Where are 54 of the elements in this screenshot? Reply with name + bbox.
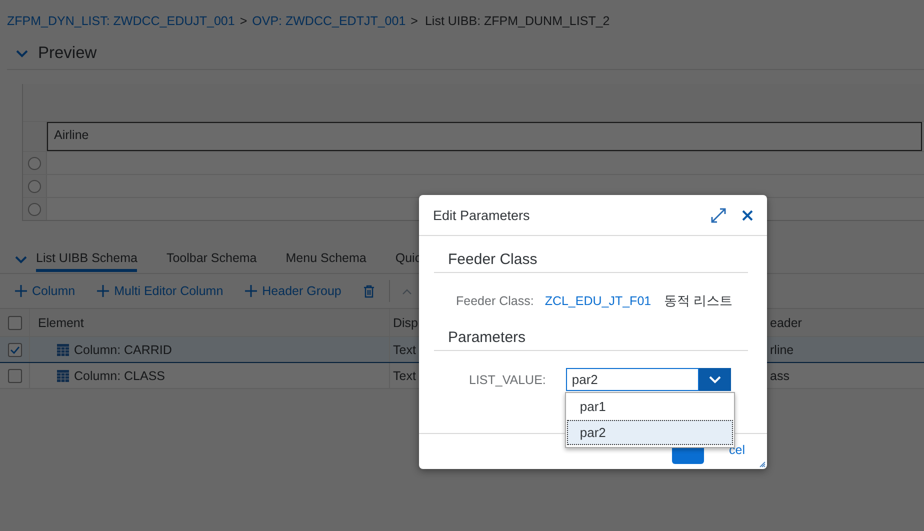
tab[interactable]: Menu Schema [286, 247, 366, 272]
breadcrumb-separator: > [410, 14, 418, 30]
delete-button[interactable] [363, 284, 376, 298]
dropdown-button[interactable] [698, 368, 731, 391]
cancel-button[interactable]: cel [729, 443, 745, 457]
dialog-title: Edit Parameters [433, 208, 531, 222]
plus-icon [15, 285, 27, 297]
table-cell: Column: CLASS [74, 368, 166, 382]
column-header[interactable]: eader [770, 316, 802, 330]
plus-icon [97, 285, 110, 297]
close-button[interactable] [742, 210, 753, 220]
close-icon [742, 210, 753, 220]
breadcrumb-current: List UIBB: ZFPM_DUNM_LIST_2 [424, 14, 610, 30]
add-button[interactable]: Header Group [245, 284, 342, 298]
breadcrumb-link[interactable]: OVP: ZWDCC_EDTJT_001 [252, 14, 406, 33]
select-all-checkbox[interactable] [8, 316, 22, 330]
feeder-class-link[interactable]: ZCL_EDU_JT_F01 [544, 294, 652, 308]
table-column-icon [57, 370, 69, 382]
column-header[interactable]: Element [38, 316, 84, 330]
dropdown-option[interactable]: par2 [566, 420, 733, 445]
section-title: Feeder Class [434, 251, 748, 273]
tab[interactable]: List UIBB Schema [36, 247, 138, 272]
tab[interactable]: Toolbar Schema [166, 247, 257, 272]
checkbox[interactable] [8, 342, 22, 356]
table-cell: Text [393, 368, 416, 382]
column-header[interactable]: Airline [47, 122, 922, 151]
breadcrumb-link[interactable]: ZFPM_DYN_LIST: ZWDCC_EDUJT_001 [7, 14, 235, 33]
checkmark-icon [10, 346, 20, 354]
section-title: Parameters [434, 329, 748, 351]
add-button[interactable]: Multi Editor Column [97, 284, 224, 298]
plus-icon [245, 285, 258, 297]
dropdown-option[interactable]: par1 [566, 394, 733, 419]
breadcrumb-separator: > [240, 14, 248, 30]
panel-title: Preview [38, 44, 97, 63]
resize-grip-icon [759, 461, 766, 468]
radio-button[interactable] [28, 156, 41, 170]
add-button[interactable]: Column [15, 284, 76, 298]
maximize-button[interactable] [711, 208, 726, 222]
table-cell: rline [770, 342, 794, 356]
table-cell: Text [393, 342, 416, 356]
checkbox[interactable] [8, 368, 22, 382]
feeder-description: 동적 리스트 [664, 292, 733, 310]
dropdown-field[interactable]: par2 [566, 368, 699, 391]
column-header[interactable]: Disp [393, 316, 418, 330]
field-label: Feeder Class: [456, 294, 534, 308]
table-cell: Column: CARRID [74, 342, 172, 356]
radio-button[interactable] [28, 202, 41, 216]
field-label: LIST_VALUE: [469, 372, 546, 386]
table-column-icon [57, 344, 69, 356]
caret-up-icon [402, 288, 412, 294]
trash-icon [363, 284, 376, 298]
maximize-icon [711, 208, 726, 222]
radio-button[interactable] [28, 180, 41, 192]
table-cell: ass [770, 368, 790, 382]
